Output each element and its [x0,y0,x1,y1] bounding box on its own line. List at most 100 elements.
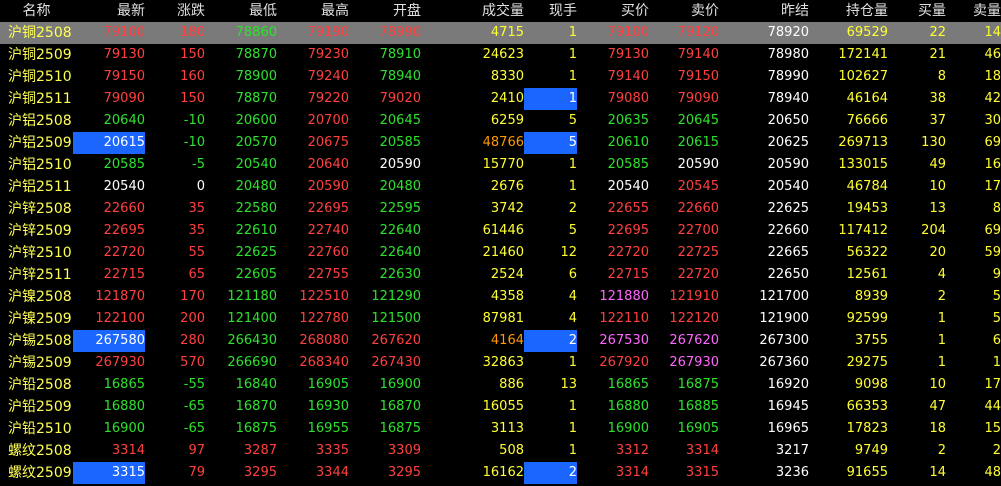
cell-last: 20615 [73,132,145,154]
cell-ask-volume: 1 [992,355,1001,370]
cell-ask: 3315 [685,465,719,480]
table-row[interactable]: 沪铅2508 16865 -55 16840 16905 16900 886 13 16865 1… [0,374,1001,396]
cell-open-interest: 46784 [846,179,888,194]
cell-current: 13 [560,377,577,392]
cell-open: 22640 [379,245,421,260]
cell-change: 150 [180,91,205,106]
cell-bid-volume: 38 [929,91,946,106]
cell-last: 20540 [103,179,145,194]
table-row[interactable]: 沪铅2509 16880 -65 16870 16930 16870 16055 1 16880… [0,396,1001,418]
cell-current: 2 [568,201,577,216]
cell-high: 3335 [315,443,349,458]
table-row[interactable]: 沪铜2510 79150 160 78900 79240 78940 8330 1 79140 7… [0,66,1001,88]
cell-open: 20585 [379,135,421,150]
cell-last: 22715 [103,267,145,282]
col-header-prev-settle[interactable]: 昨结 [719,0,809,22]
cell-prev-settle: 121900 [759,311,809,326]
table-row[interactable]: 螺纹2509 3315 79 3295 3344 3295 16162 2 3314 3315 32… [0,462,1001,484]
col-header-ask[interactable]: 卖价 [649,0,719,22]
cell-bid: 20585 [607,157,649,172]
col-header-open-interest[interactable]: 持仓量 [809,0,888,22]
table-row[interactable]: 沪铅2510 16900 -65 16875 16955 16875 3113 1 16900 1… [0,418,1001,440]
cell-ask: 16905 [677,421,719,436]
table-row[interactable]: 沪锌2508 22660 35 22580 22695 22595 3742 2 22655 22… [0,198,1001,220]
cell-volume: 21460 [482,245,524,260]
table-row[interactable]: 沪锌2510 22720 55 22625 22760 22640 21460 12 22720… [0,242,1001,264]
col-header-bid[interactable]: 买价 [577,0,649,22]
cell-bid-volume: 18 [929,421,946,436]
col-header-name[interactable]: 名称 [0,0,73,22]
col-header-change[interactable]: 涨跌 [145,0,205,22]
cell-current: 1 [568,421,577,436]
cell-open-interest: 91655 [846,465,888,480]
cell-ask: 267930 [669,355,719,370]
cell-open-interest: 92599 [846,311,888,326]
cell-prev-settle: 20540 [767,179,809,194]
cell-high: 268080 [299,333,349,348]
cell-name: 沪锌2511 [8,267,72,283]
col-header-last[interactable]: 最新 [73,0,145,22]
cell-open-interest: 46164 [846,91,888,106]
cell-open-interest: 172141 [838,47,888,62]
table-row[interactable]: 沪铝2510 20585 -5 20540 20640 20590 15770 1 20585 2… [0,154,1001,176]
cell-low: 16870 [235,399,277,414]
cell-low: 121400 [227,311,277,326]
cell-change: 160 [180,69,205,84]
quote-table: 名称 最新 涨跌 最低 最高 开盘 成交量 现手 买价 卖价 昨结 持仓量 买量… [0,0,1001,484]
cell-volume: 4358 [490,289,524,304]
table-row[interactable]: 螺纹2508 3314 97 3287 3335 3309 508 1 3312 3314 3217… [0,440,1001,462]
col-header-ask-volume[interactable]: 卖量 [946,0,1001,22]
table-row[interactable]: 沪锌2509 22695 35 22610 22740 22640 61446 5 22695 2… [0,220,1001,242]
cell-open: 16900 [379,377,421,392]
cell-volume: 3113 [490,421,524,436]
cell-high: 79240 [307,69,349,84]
cell-bid: 16900 [607,421,649,436]
cell-low: 78900 [235,69,277,84]
cell-current: 12 [560,245,577,260]
col-header-high[interactable]: 最高 [277,0,349,22]
table-row[interactable]: 沪镍2508 121870 170 121180 122510 121290 4358 4 12… [0,286,1001,308]
col-header-current[interactable]: 现手 [524,0,577,22]
cell-volume: 87981 [482,311,524,326]
cell-ask-volume: 8 [992,201,1001,216]
cell-ask-volume: 5 [992,289,1001,304]
cell-open-interest: 9749 [854,443,888,458]
cell-bid-volume: 20 [929,245,946,260]
cell-open: 22595 [379,201,421,216]
table-row[interactable]: 沪铝2508 20640 -10 20600 20700 20645 6259 5 20635 2… [0,110,1001,132]
cell-low: 266430 [227,333,277,348]
cell-open-interest: 269713 [838,135,888,150]
cell-low: 22605 [235,267,277,282]
col-header-bid-volume[interactable]: 买量 [888,0,946,22]
cell-current: 1 [524,88,577,110]
cell-current: 1 [568,355,577,370]
table-row[interactable]: 沪铝2509 20615 -10 20570 20675 20585 48766 5 20610… [0,132,1001,154]
table-row[interactable]: 沪镍2509 122100 200 121400 122780 121500 87981 4 1… [0,308,1001,330]
cell-current: 5 [524,132,577,154]
table-row[interactable]: 沪锡2509 267930 570 266690 268340 267430 32863 1 2… [0,352,1001,374]
cell-volume: 2524 [490,267,524,282]
cell-prev-settle: 20590 [767,157,809,172]
cell-ask-volume: 6 [992,333,1001,348]
cell-change: 0 [196,179,205,194]
cell-volume: 16162 [482,465,524,480]
col-header-open[interactable]: 开盘 [349,0,421,22]
table-row[interactable]: 沪铜2508 79100 180 78860 79190 78990 4715 1 79100 7… [0,22,1001,44]
quote-board: 名称 最新 涨跌 最低 最高 开盘 成交量 现手 买价 卖价 昨结 持仓量 买量… [0,0,1001,486]
table-row[interactable]: 沪铝2511 20540 0 20480 20590 20480 2676 1 20540 205… [0,176,1001,198]
cell-bid-volume: 21 [929,47,946,62]
cell-ask: 79140 [677,47,719,62]
col-header-low[interactable]: 最低 [205,0,277,22]
table-row[interactable]: 沪锌2511 22715 65 22605 22755 22630 2524 6 22715 22… [0,264,1001,286]
table-row[interactable]: 沪铜2511 79090 150 78870 79220 79020 2410 1 79080 7… [0,88,1001,110]
cell-open: 79020 [379,91,421,106]
cell-name: 沪锡2508 [8,333,72,349]
table-row[interactable]: 沪铜2509 79130 150 78870 79230 78910 24623 1 79130… [0,44,1001,66]
cell-low: 78870 [235,91,277,106]
cell-ask-volume: 42 [984,91,1001,106]
cell-bid: 16880 [607,399,649,414]
col-header-volume[interactable]: 成交量 [421,0,524,22]
cell-bid-volume: 1 [937,311,946,326]
cell-last: 16900 [103,421,145,436]
table-row[interactable]: 沪锡2508 267580 280 266430 268080 267620 4164 2 26… [0,330,1001,352]
